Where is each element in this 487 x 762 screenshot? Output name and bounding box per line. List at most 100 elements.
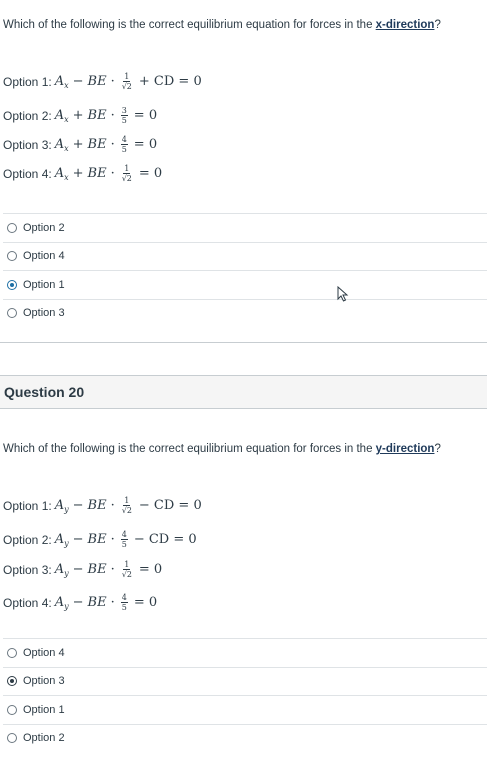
dot-operator: · [110, 108, 115, 123]
equation-tail: = 0 [138, 562, 163, 577]
variable: A [54, 74, 65, 89]
fraction-numerator: 4 [120, 593, 128, 603]
operator: + [72, 137, 84, 152]
fraction: 1 √2 [121, 560, 133, 579]
variable: A [54, 595, 65, 610]
radio-button[interactable] [7, 733, 17, 744]
variable-subscript: y [64, 602, 69, 611]
fraction-denominator: √2 [121, 570, 132, 579]
equation-tail: = 0 [133, 137, 158, 152]
fraction: 35 [120, 106, 128, 125]
question-19-answer-list: Option 2 Option 4 Option 1 Option 3 [3, 213, 487, 327]
equation: Ax − BE · 1 √2 + CD = 0 [55, 72, 202, 91]
question-19-prompt: Which of the following is the correct eq… [3, 19, 441, 31]
dot-operator: · [110, 166, 115, 181]
answer-label: Option 2 [23, 221, 65, 234]
variable: A [54, 562, 65, 577]
equation: Ay − BE · 4 5 = 0 [55, 593, 157, 612]
member-force: BE [87, 108, 107, 123]
equation-option: Option 4: Ax + BE · 1 √2 = 0 [3, 164, 162, 183]
option-label: Option 4: [3, 595, 52, 610]
answer-option[interactable]: Option 1 [3, 270, 487, 299]
fraction: 45 [120, 530, 128, 549]
option-label: Option 4: [3, 166, 52, 181]
mouse-cursor-icon [337, 286, 349, 302]
equation-tail: + CD = 0 [138, 74, 202, 89]
dot-operator: · [110, 137, 115, 152]
dot-operator: · [110, 562, 115, 577]
fraction-numerator: 1 [123, 72, 131, 82]
fraction: 45 [120, 593, 128, 612]
answer-option[interactable]: Option 2 [3, 723, 487, 753]
answer-option[interactable]: Option 1 [3, 695, 487, 724]
equation-option: Option 1: Ax − BE · 1 √2 + CD = 0 [3, 72, 202, 91]
equation-tail: = 0 [133, 108, 158, 123]
equation: Ay − BE · 1 √2 = 0 [55, 560, 163, 579]
variable-subscript: x [64, 115, 69, 124]
fraction-denominator: 5 [121, 603, 127, 612]
option-label: Option 2: [3, 532, 52, 547]
operator: + [72, 166, 84, 181]
variable: A [54, 108, 65, 123]
variable: A [54, 498, 65, 513]
answer-label: Option 1 [23, 703, 65, 716]
option-label: Option 1: [3, 498, 52, 513]
radio-button[interactable] [7, 647, 17, 658]
answer-label: Option 3 [23, 307, 65, 320]
fraction: 1 √2 [121, 72, 133, 91]
prompt-end: ? [434, 443, 441, 455]
member-force: BE [87, 562, 107, 577]
question-title: Question 20 [4, 384, 85, 400]
prompt-end: ? [434, 19, 441, 31]
prompt-text: Which of the following is the correct eq… [3, 443, 376, 455]
equation-option: Option 1: Ay − BE · 1 √2 − CD = 0 [3, 496, 202, 515]
option-label: Option 3: [3, 137, 52, 152]
member-force: BE [87, 166, 107, 181]
variable-subscript: y [64, 539, 69, 548]
operator: + [72, 108, 84, 123]
radio-button[interactable] [7, 704, 17, 715]
variable-subscript: x [64, 144, 69, 153]
radio-selected[interactable] [7, 279, 17, 290]
option-label: Option 3: [3, 562, 52, 577]
radio-button[interactable] [7, 251, 17, 262]
dot-operator: · [110, 74, 115, 89]
variable-subscript: y [64, 505, 69, 514]
section-divider [0, 342, 487, 343]
direction-emphasis: y-direction [375, 443, 435, 455]
variable: A [54, 137, 65, 152]
question-20-answer-list: Option 4 Option 3 Option 1 Option 2 [3, 638, 487, 752]
fraction-numerator: 1 [123, 164, 131, 174]
variable-subscript: x [64, 81, 69, 90]
dot-operator: · [110, 532, 115, 547]
equation-tail: − CD = 0 [138, 498, 202, 513]
fraction-numerator: 1 [123, 496, 131, 506]
equation: Ax + BE · 4 5 = 0 [55, 135, 157, 154]
equation-option: Option 2: Ay − BE · 4 5 − CD = 0 [3, 530, 197, 549]
radio-selected[interactable] [7, 676, 17, 687]
dot-operator: · [110, 498, 115, 513]
equation: Ay − BE · 4 5 − CD = 0 [55, 530, 197, 549]
answer-option[interactable]: Option 3 [3, 666, 487, 696]
member-force: BE [87, 595, 107, 610]
equation: Ax + BE · 3 5 = 0 [55, 106, 157, 125]
fraction-numerator: 1 [123, 560, 131, 570]
question-20-header: Question 20 [0, 375, 487, 409]
fraction-denominator: √2 [121, 506, 132, 515]
radio-button[interactable] [7, 222, 17, 233]
member-force: BE [87, 498, 107, 513]
answer-option[interactable]: Option 2 [3, 213, 487, 242]
variable-subscript: y [64, 569, 69, 578]
fraction-denominator: 5 [121, 540, 127, 549]
equation-tail: = 0 [133, 595, 158, 610]
radio-button[interactable] [7, 308, 17, 319]
fraction: 1 √2 [121, 496, 133, 515]
member-force: BE [87, 74, 107, 89]
answer-option[interactable]: Option 4 [3, 638, 487, 667]
equation-option: Option 3: Ax + BE · 4 5 = 0 [3, 135, 157, 154]
answer-label: Option 3 [23, 675, 65, 688]
answer-option[interactable]: Option 4 [3, 241, 487, 271]
answer-option[interactable]: Option 3 [3, 298, 487, 328]
fraction-numerator: 4 [120, 530, 128, 540]
fraction: 1 √2 [121, 164, 133, 183]
